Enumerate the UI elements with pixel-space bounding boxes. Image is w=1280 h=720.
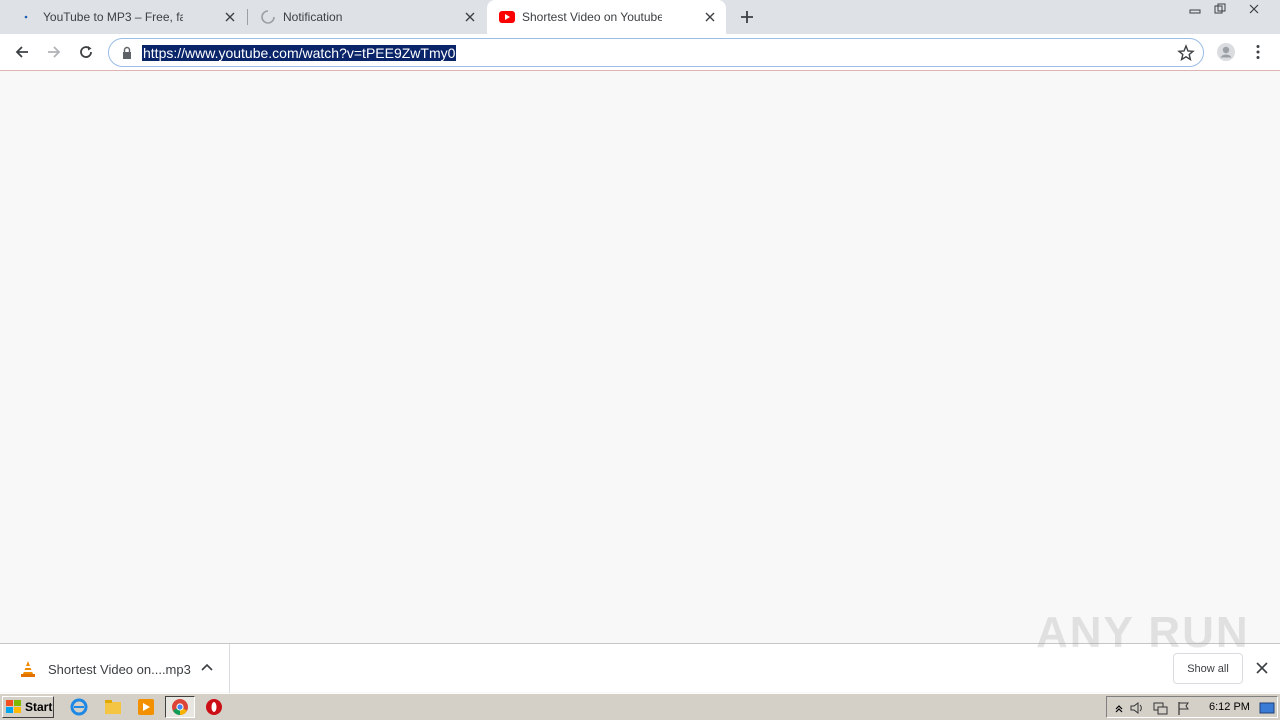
bookmark-star-icon[interactable] <box>1177 44 1195 62</box>
chrome-icon <box>172 699 188 715</box>
tab-youtube-to-mp3[interactable]: YouTube to MP3 – Free, fast and easy <box>8 0 246 34</box>
windows-logo-icon <box>6 700 22 714</box>
network-icon[interactable] <box>1152 700 1168 716</box>
download-filename: Shortest Video on....mp3 <box>48 662 191 677</box>
tab-strip: YouTube to MP3 – Free, fast and easy Not… <box>0 0 1280 34</box>
lock-icon <box>121 46 133 60</box>
tab-title: YouTube to MP3 – Free, fast and easy <box>43 10 183 24</box>
new-tab-button[interactable] <box>737 7 757 27</box>
dot-icon <box>20 9 36 25</box>
minimize-button[interactable] <box>1184 0 1206 18</box>
forward-button[interactable] <box>42 40 66 64</box>
address-bar[interactable]: https://www.youtube.com/watch?v=tPEE9ZwT… <box>108 38 1204 67</box>
show-desktop-icon[interactable] <box>1259 700 1275 716</box>
menu-kebab-icon[interactable] <box>1246 40 1270 64</box>
close-icon[interactable] <box>222 9 238 25</box>
back-button[interactable] <box>10 40 34 64</box>
chevron-up-icon[interactable] <box>1111 700 1127 716</box>
watermark: ANY RUN <box>1036 608 1250 657</box>
start-label: Start <box>25 700 53 714</box>
page-content <box>0 72 1280 643</box>
youtube-icon <box>499 9 515 25</box>
volume-icon[interactable] <box>1129 700 1145 716</box>
system-tray: 6:12 PM <box>1106 696 1278 718</box>
start-button[interactable]: Start <box>2 696 54 718</box>
media-player-icon[interactable] <box>137 698 155 716</box>
tab-shortest-video[interactable]: Shortest Video on Youtube - YouTube <box>487 0 726 34</box>
profile-avatar-icon[interactable] <box>1214 40 1238 64</box>
close-icon[interactable] <box>462 9 478 25</box>
chrome-taskbar-button[interactable] <box>165 696 195 718</box>
tab-notification[interactable]: Notification <box>248 0 486 34</box>
tab-title: Shortest Video on Youtube - YouTube <box>522 10 662 24</box>
action-center-flag-icon[interactable] <box>1176 700 1192 716</box>
vlc-cone-icon <box>20 660 36 678</box>
restore-button[interactable] <box>1209 0 1231 18</box>
chevron-up-icon[interactable] <box>200 661 214 675</box>
file-explorer-icon[interactable] <box>104 698 122 716</box>
window-close-button[interactable] <box>1236 0 1272 18</box>
opera-icon[interactable] <box>205 698 223 716</box>
url-text[interactable]: https://www.youtube.com/watch?v=tPEE9ZwT… <box>142 45 457 61</box>
close-icon[interactable] <box>702 9 718 25</box>
tab-title: Notification <box>283 10 343 24</box>
reload-button[interactable] <box>74 40 98 64</box>
download-item[interactable]: Shortest Video on....mp3 <box>0 644 230 693</box>
taskbar: Start 6:12 PM <box>0 693 1280 720</box>
browser-toolbar: https://www.youtube.com/watch?v=tPEE9ZwT… <box>0 34 1280 71</box>
close-icon[interactable] <box>1254 660 1270 676</box>
internet-explorer-icon[interactable] <box>70 698 88 716</box>
clock: 6:12 PM <box>1209 701 1250 713</box>
loading-spinner-icon <box>260 9 276 25</box>
